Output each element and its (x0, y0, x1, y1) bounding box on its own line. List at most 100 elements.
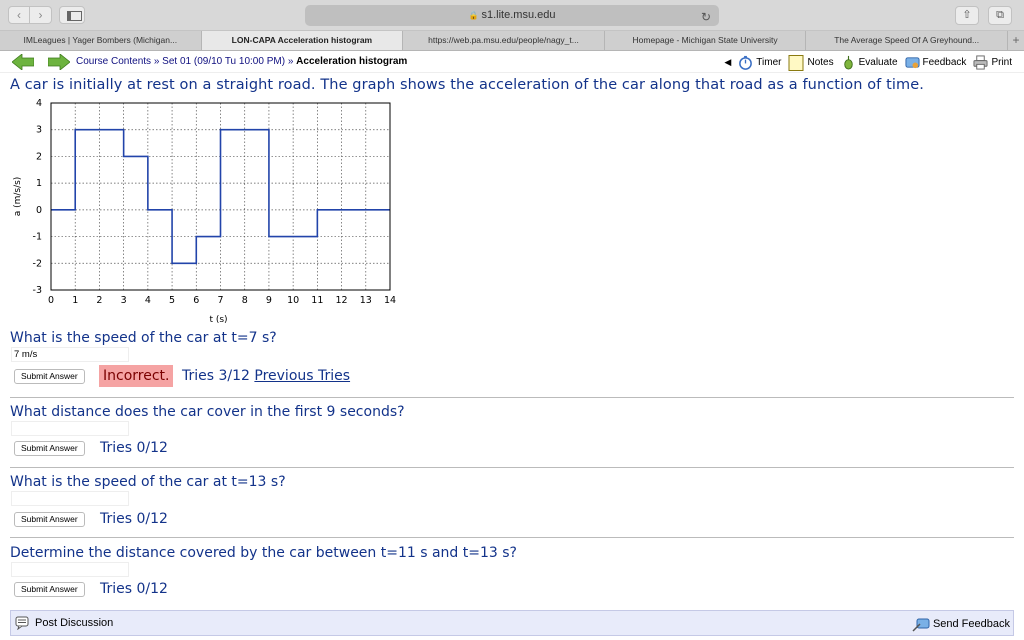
browser-toolbar: ‹ › 🔒 s1.lite.msu.edu ↻ ⇧ ⧉ (0, 0, 1024, 31)
question-3-tries: Tries 0/12 (100, 511, 168, 527)
send-feedback-icon (912, 618, 930, 632)
lock-icon: 🔒 (468, 11, 479, 20)
x-tick-labels: 0 1 2 3 4 5 6 7 8 9 10 11 12 13 14 (48, 295, 396, 306)
notepad-icon (788, 55, 804, 71)
evaluate-button[interactable]: Evaluate (841, 55, 898, 70)
y-tick-label: -2 (33, 258, 42, 269)
question-1-answer-input[interactable]: 7 m/s (11, 347, 129, 362)
x-tick-label: 9 (266, 295, 272, 306)
question-4-tries: Tries 0/12 (100, 581, 168, 597)
forward-button[interactable]: › (30, 6, 52, 24)
url-text: s1.lite.msu.edu (481, 9, 556, 21)
evaluate-label: Evaluate (858, 57, 898, 68)
divider (10, 537, 1014, 538)
x-tick-label: 3 (121, 295, 127, 306)
y-tick-label: 3 (36, 125, 42, 136)
address-bar[interactable]: 🔒 s1.lite.msu.edu ↻ (305, 5, 719, 26)
question-4-submit-button[interactable]: Submit Answer (14, 582, 85, 597)
x-tick-label: 11 (311, 295, 323, 306)
x-tick-label: 13 (360, 295, 372, 306)
divider (10, 467, 1014, 468)
x-tick-label: 12 (336, 295, 348, 306)
x-tick-label: 14 (384, 295, 396, 306)
discussion-footer: Post Discussion Send Feedback (10, 610, 1014, 636)
send-feedback-label: Send Feedback (932, 618, 1010, 630)
tab-msu-homepage[interactable]: Homepage - Michigan State University (605, 31, 807, 50)
previous-tries-link[interactable]: Previous Tries (254, 368, 350, 384)
send-feedback-button[interactable]: Send Feedback (912, 616, 1010, 632)
tab-nagy[interactable]: https://web.pa.msu.edu/people/nagy_t... (403, 31, 605, 50)
crumb-separator: » (153, 56, 160, 67)
print-label: Print (991, 57, 1012, 68)
question-3-submit-button[interactable]: Submit Answer (14, 512, 85, 527)
back-arrow-icon[interactable] (12, 54, 34, 70)
new-tab-button[interactable]: + (1008, 31, 1024, 50)
post-discussion-button[interactable]: Post Discussion (15, 616, 113, 630)
x-axis-label: t (s) (209, 315, 227, 325)
y-tick-label: 0 (36, 205, 42, 216)
feedback-button[interactable]: Feedback (904, 55, 967, 70)
acceleration-chart: -3-2-101234 0 1 2 3 4 5 6 7 8 9 10 11 12 13 14 a (m/s/… (13, 98, 396, 325)
divider (10, 397, 1014, 398)
question-3-answer-input[interactable] (11, 491, 129, 506)
collapse-triangle-icon[interactable]: ◀ (724, 57, 731, 68)
post-discussion-label: Post Discussion (35, 617, 114, 629)
question-1-tries: Tries 3/12 Previous Tries (182, 368, 350, 384)
x-tick-label: 10 (287, 295, 299, 306)
y-axis-label: a (m/s/s) (13, 177, 23, 217)
x-tick-label: 5 (169, 295, 175, 306)
reload-icon[interactable]: ↻ (701, 7, 711, 28)
question-3-text: What is the speed of the car at t=13 s? (10, 474, 286, 490)
crumb-current: Acceleration histogram (296, 56, 408, 67)
notes-button[interactable]: Notes (788, 54, 834, 71)
y-tick-labels: -3 -2 -1 0 1 2 3 4 (33, 98, 42, 296)
tab-loncapa[interactable]: LON-CAPA Acceleration histogram (201, 31, 404, 50)
evaluate-icon (843, 55, 853, 70)
x-tick-label: 7 (217, 295, 223, 306)
y-tick-label: -3 (33, 285, 42, 296)
y-tick-label: 4 (36, 98, 42, 109)
notes-label: Notes (807, 57, 834, 68)
x-tick-label: 1 (72, 295, 78, 306)
question-1-text: What is the speed of the car at t=7 s? (10, 330, 277, 346)
share-icon[interactable]: ⇧ (955, 6, 979, 25)
print-button[interactable]: Print (973, 55, 1012, 70)
tab-imleagues[interactable]: IMLeagues | Yager Bombers (Michigan... (0, 31, 202, 50)
question-2-answer-input[interactable] (11, 421, 129, 436)
question-1-submit-button[interactable]: Submit Answer (14, 369, 85, 384)
crumb-course-contents[interactable]: Course Contents (76, 56, 151, 67)
tab-greyhound[interactable]: The Average Speed Of A Greyhound... (806, 31, 1008, 50)
timer-button[interactable]: Timer (738, 55, 781, 70)
x-tick-label: 6 (193, 295, 199, 306)
question-2-submit-button[interactable]: Submit Answer (14, 441, 85, 456)
question-2-tries: Tries 0/12 (100, 440, 168, 456)
x-tick-label: 8 (242, 295, 248, 306)
tab-strip: IMLeagues | Yager Bombers (Michigan... L… (0, 31, 1024, 51)
crumb-separator: » (287, 56, 294, 67)
stopwatch-icon (739, 55, 753, 70)
x-tick-label: 0 (48, 295, 54, 306)
forward-arrow-icon[interactable] (48, 54, 70, 70)
sidebar-toggle-icon[interactable] (59, 6, 85, 24)
breadcrumb: Course Contents » Set 01 (09/10 Tu 10:00… (76, 56, 407, 67)
feedback-label: Feedback (922, 57, 967, 68)
back-button[interactable]: ‹ (8, 6, 30, 24)
history-nav: ‹ › (8, 6, 52, 24)
y-tick-label: 1 (36, 178, 42, 189)
question-4-answer-input[interactable] (11, 562, 129, 577)
discussion-bubble-icon (15, 616, 29, 630)
crumb-set[interactable]: Set 01 (09/10 Tu 10:00 PM) (162, 56, 285, 67)
loncapa-nav-bar: Course Contents » Set 01 (09/10 Tu 10:00… (0, 51, 1024, 73)
x-tick-label: 4 (145, 295, 151, 306)
tab-overview-icon[interactable]: ⧉ (988, 6, 1012, 25)
timer-label: Timer (756, 57, 782, 68)
question-4-text: Determine the distance covered by the ca… (10, 545, 517, 561)
question-1-status-badge: Incorrect. (99, 365, 174, 387)
page-tools: ◀ Timer Notes Evaluate Feedback Print (724, 54, 1012, 71)
question-1-tries-count: Tries 3/12 (182, 368, 250, 384)
y-tick-label: 2 (36, 151, 42, 162)
question-2-text: What distance does the car cover in the … (10, 404, 405, 420)
problem-statement: A car is initially at rest on a straight… (10, 77, 924, 93)
x-tick-label: 2 (96, 295, 102, 306)
printer-icon (973, 55, 988, 70)
